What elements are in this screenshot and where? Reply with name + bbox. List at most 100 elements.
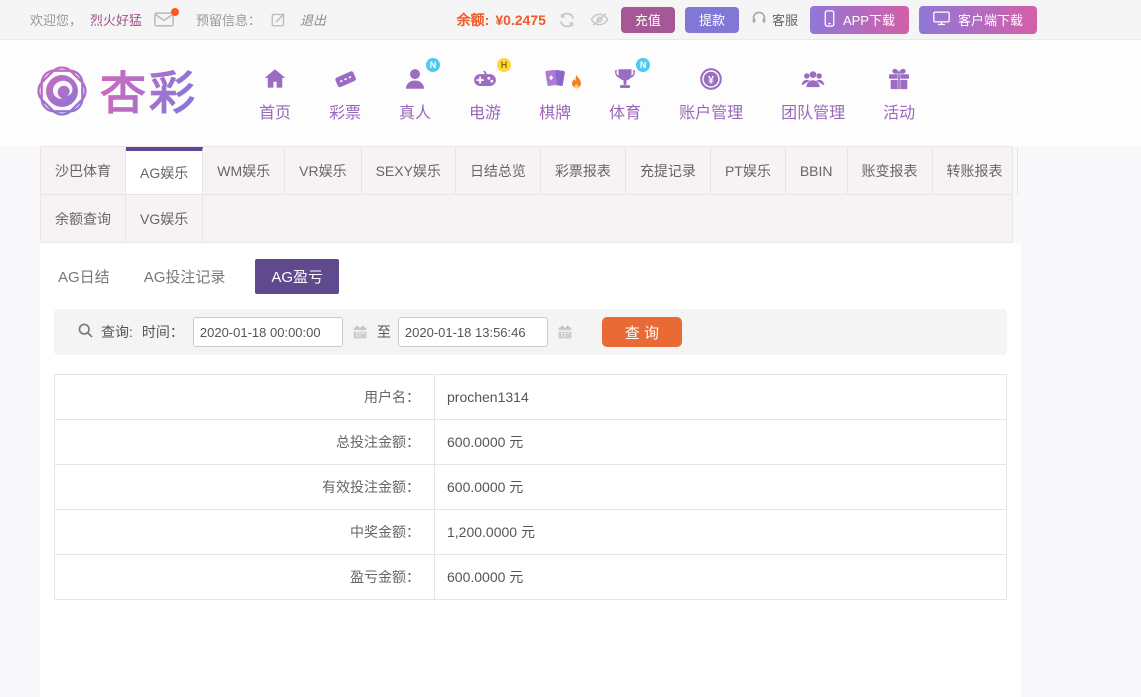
monitor-icon <box>933 10 950 29</box>
to-separator: 至 <box>376 324 391 340</box>
query-submit-button[interactable]: 查 询 <box>601 317 682 347</box>
query-label: 查询: <box>101 324 133 340</box>
content-panel: AG日结 AG投注记录 AG盈亏 查询: 时间： 至 查 询 用户名： <box>40 243 1021 697</box>
brand-name: 杏彩 <box>100 67 198 119</box>
tab-balance-inquiry[interactable]: 余额查询 <box>41 195 126 242</box>
edit-icon[interactable] <box>271 12 286 27</box>
tab-vg-entertainment[interactable]: VG娱乐 <box>126 195 204 242</box>
tab-transfer-report[interactable]: 转账报表 <box>933 147 1018 194</box>
subtab-ag-bet-records[interactable]: AG投注记录 <box>140 259 230 294</box>
nav-item-home[interactable]: 首页 <box>259 64 291 123</box>
nav-label: 体育 <box>609 104 642 122</box>
hide-balance-icon[interactable] <box>590 12 609 27</box>
logout-link[interactable]: 退出 <box>300 10 326 29</box>
customer-service-label: 客服 <box>771 13 798 28</box>
app-download-label: APP下载 <box>842 13 895 28</box>
nav-item-lottery[interactable]: 彩票 <box>329 64 361 123</box>
team-icon <box>799 64 827 92</box>
withdraw-button[interactable]: 提款 <box>684 6 739 33</box>
tab-shaba-sports[interactable]: 沙巴体育 <box>41 147 126 194</box>
brand-emblem-icon <box>33 62 91 125</box>
tab-account-change-report[interactable]: 账变报表 <box>848 147 933 194</box>
row-value: 1,200.0000 元 <box>447 524 535 540</box>
nav-item-team[interactable]: 团队管理 <box>781 64 845 123</box>
fire-badge-icon <box>569 74 584 97</box>
tab-ag-entertainment[interactable]: AG娱乐 <box>126 147 204 194</box>
account-coin-icon: ¥ <box>698 64 724 92</box>
nav-item-egames[interactable]: H 电游 <box>469 57 512 123</box>
calendar-icon[interactable] <box>352 324 368 340</box>
recharge-button[interactable]: 充值 <box>620 6 675 33</box>
nav-item-boardgames[interactable]: 棋牌 <box>539 64 582 123</box>
report-tabs-row-1: 沙巴体育 AG娱乐 WM娱乐 VR娱乐 SEXY娱乐 日结总览 彩票报表 充提记… <box>41 147 1018 194</box>
phone-icon <box>824 9 835 30</box>
row-value: 600.0000 元 <box>447 434 524 450</box>
row-label: 有效投注金额： <box>55 465 435 509</box>
nav-label: 账户管理 <box>679 104 744 122</box>
nav-label: 棋牌 <box>539 104 572 122</box>
row-value: 600.0000 元 <box>447 569 524 585</box>
tab-daily-summary[interactable]: 日结总览 <box>456 147 541 194</box>
sub-tabs: AG日结 AG投注记录 AG盈亏 <box>54 259 1021 294</box>
tab-vr-entertainment[interactable]: VR娱乐 <box>285 147 362 194</box>
table-row: 总投注金额： 600.0000 元 <box>55 420 1006 465</box>
table-row: 中奖金额： 1,200.0000 元 <box>55 510 1006 555</box>
mail-icon[interactable] <box>154 8 180 27</box>
nav-label: 电游 <box>469 104 502 122</box>
hot-badge: H <box>497 57 512 72</box>
tab-sexy-entertainment[interactable]: SEXY娱乐 <box>362 147 456 194</box>
topbar-right: 余额: ¥0.2475 充值 提款 客服 APP下载 客户端下载 <box>456 5 1037 34</box>
table-row: 有效投注金额： 600.0000 元 <box>55 465 1006 510</box>
client-download-label: 客户端下载 <box>957 13 1023 28</box>
home-icon <box>262 64 288 92</box>
report-tabs-row-2: 余额查询 VG娱乐 <box>41 194 1012 242</box>
client-download-button[interactable]: 客户端下载 <box>918 5 1037 34</box>
notification-dot <box>171 8 180 16</box>
topbar-left: 欢迎您， 烈火好猛 预留信息： 退出 <box>30 8 326 29</box>
table-row: 盈亏金额： 600.0000 元 <box>55 555 1006 600</box>
svg-text:¥: ¥ <box>708 74 714 86</box>
nav-item-account[interactable]: ¥ 账户管理 <box>679 64 743 123</box>
nav-label: 团队管理 <box>781 104 846 122</box>
profit-loss-table: 用户名： prochen1314 总投注金额： 600.0000 元 有效投注金… <box>54 374 1007 600</box>
tab-bbin[interactable]: BBIN <box>786 147 848 194</box>
tab-wm-entertainment[interactable]: WM娱乐 <box>203 147 286 194</box>
nav-item-sports[interactable]: N 体育 <box>609 57 651 123</box>
refresh-icon[interactable] <box>558 11 576 29</box>
customer-service-link[interactable]: 客服 <box>751 10 798 29</box>
tab-deposit-withdraw-records[interactable]: 充提记录 <box>626 147 711 194</box>
welcome-text: 欢迎您， <box>30 13 83 28</box>
row-label: 用户名： <box>55 375 435 419</box>
balance-label: 余额: <box>456 11 490 28</box>
subtab-ag-profit-loss[interactable]: AG盈亏 <box>255 259 340 294</box>
trophy-icon: N <box>612 57 651 92</box>
nav-label: 彩票 <box>329 104 362 122</box>
cards-icon <box>542 64 582 92</box>
new-badge: N <box>426 57 441 72</box>
main-nav: 首页 彩票 N 真人 H 电游 棋牌 N 体育 ¥ 账户管理 团队管理 活动 <box>259 57 915 123</box>
new-badge: N <box>636 57 651 72</box>
tab-pt-entertainment[interactable]: PT娱乐 <box>711 147 786 194</box>
nav-label: 真人 <box>399 104 432 122</box>
username: 烈火好猛 <box>90 13 143 28</box>
start-time-input[interactable] <box>192 317 343 347</box>
report-tabs: 沙巴体育 AG娱乐 WM娱乐 VR娱乐 SEXY娱乐 日结总览 彩票报表 充提记… <box>40 146 1018 243</box>
row-label: 中奖金额： <box>55 510 435 554</box>
nav-label: 首页 <box>259 104 292 122</box>
row-value: 600.0000 元 <box>447 479 524 495</box>
calendar-icon[interactable] <box>557 324 573 340</box>
query-bar: 查询: 时间： 至 查 询 <box>54 309 1007 355</box>
app-download-button[interactable]: APP下载 <box>809 5 909 34</box>
page: 欢迎您， 烈火好猛 预留信息： 退出 余额: ¥0.2475 充值 提款 客服 … <box>0 0 1141 697</box>
time-label: 时间： <box>141 324 184 340</box>
nav-item-promotions[interactable]: 活动 <box>883 64 915 123</box>
brand-logo[interactable]: 杏彩 <box>33 62 241 125</box>
nav-item-live[interactable]: N 真人 <box>399 57 441 123</box>
subtab-ag-daily[interactable]: AG日结 <box>54 259 114 294</box>
header-nav-row: 杏彩 首页 彩票 N 真人 H 电游 棋牌 N 体育 ¥ 账户管理 团队管理 活… <box>0 40 1141 146</box>
end-time-input[interactable] <box>397 317 548 347</box>
balance-value: ¥0.2475 <box>495 11 546 28</box>
reserved-info-label: 预留信息： <box>196 13 262 28</box>
ticket-icon <box>332 64 359 92</box>
tab-lottery-report[interactable]: 彩票报表 <box>541 147 626 194</box>
